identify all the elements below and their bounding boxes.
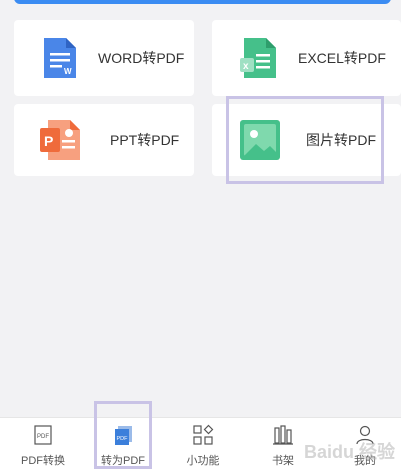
svg-text:P: P <box>44 133 53 149</box>
tab-bookshelf[interactable]: 书架 <box>248 424 318 472</box>
tab-pdf-convert[interactable]: PDF PDF转换 <box>8 424 78 472</box>
tab-to-pdf[interactable]: PDF 转为PDF <box>88 424 158 472</box>
tab-label: 书架 <box>272 455 294 467</box>
excel-to-pdf-card[interactable]: x EXCEL转PDF <box>212 20 401 96</box>
bookshelf-icon <box>273 425 293 445</box>
image-to-pdf-label: 图片转PDF <box>306 132 376 148</box>
tab-label: 小功能 <box>186 455 220 467</box>
excel-to-pdf-label: EXCEL转PDF <box>298 50 386 66</box>
svg-text:W: W <box>64 67 72 76</box>
tab-tools[interactable]: 小功能 <box>168 424 238 472</box>
pdf-doc-icon: PDF <box>34 425 52 445</box>
user-icon <box>356 425 374 445</box>
top-banner-edge <box>14 0 391 4</box>
ppt-to-pdf-card[interactable]: P PPT转PDF <box>14 104 194 176</box>
image-to-pdf-card[interactable]: 图片转PDF <box>212 104 401 176</box>
tab-label: PDF转换 <box>21 455 65 467</box>
bottom-tab-bar: PDF PDF转换 PDF 转为PDF 小功能 书架 我的 <box>0 417 401 476</box>
word-to-pdf-label: WORD转PDF <box>98 50 185 66</box>
word-doc-icon: W <box>44 38 76 78</box>
pdf-file-icon: PDF <box>115 426 132 445</box>
ppt-doc-icon: P <box>40 120 80 160</box>
svg-text:x: x <box>243 61 249 72</box>
tab-label: 我的 <box>354 455 376 467</box>
tab-label: 转为PDF <box>101 455 145 467</box>
image-icon <box>240 120 280 160</box>
tab-mine[interactable]: 我的 <box>330 424 400 472</box>
grid-icon <box>193 424 214 445</box>
ppt-to-pdf-label: PPT转PDF <box>110 132 180 148</box>
word-to-pdf-card[interactable]: W WORD转PDF <box>14 20 194 96</box>
svg-text:PDF: PDF <box>117 436 129 442</box>
svg-text:PDF: PDF <box>37 434 49 440</box>
excel-doc-icon: x <box>240 38 276 78</box>
